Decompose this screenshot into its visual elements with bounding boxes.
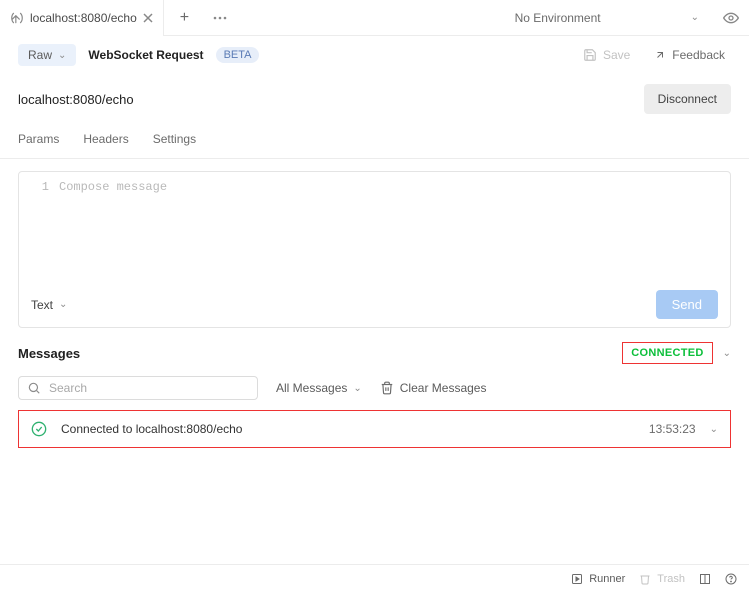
beta-badge: BETA	[216, 47, 260, 63]
message-type-selector[interactable]: Raw ⌄	[18, 44, 76, 66]
runner-label: Runner	[589, 573, 625, 585]
trash-label: Trash	[657, 573, 685, 585]
trash-button: Trash	[639, 573, 685, 585]
tab-title: localhost:8080/echo	[30, 11, 137, 25]
websocket-icon	[10, 11, 24, 25]
clear-messages-button[interactable]: Clear Messages	[380, 381, 487, 395]
feedback-label: Feedback	[672, 48, 725, 62]
line-number: 1	[29, 180, 59, 274]
environment-quicklook-icon[interactable]	[713, 10, 749, 26]
environment-selector[interactable]: No Environment ⌄	[501, 11, 713, 25]
filter-label: All Messages	[276, 381, 347, 395]
search-input[interactable]	[49, 381, 249, 395]
tab-headers[interactable]: Headers	[83, 130, 128, 148]
format-label: Text	[31, 298, 53, 312]
clear-label: Clear Messages	[400, 381, 487, 395]
feedback-icon	[654, 49, 666, 61]
runner-button[interactable]: Runner	[571, 573, 625, 585]
help-icon[interactable]	[725, 573, 737, 585]
send-button[interactable]: Send	[656, 290, 718, 319]
message-composer: 1 Compose message Text ⌄ Send	[18, 171, 731, 328]
message-row[interactable]: Connected to localhost:8080/echo 13:53:2…	[19, 411, 730, 447]
chevron-down-icon: ⌄	[59, 299, 67, 310]
disconnect-button[interactable]: Disconnect	[644, 84, 731, 114]
runner-icon	[571, 573, 583, 585]
chevron-down-icon[interactable]: ⌄	[723, 348, 731, 359]
raw-label: Raw	[28, 48, 52, 62]
message-time: 13:53:23	[649, 422, 696, 436]
chevron-down-icon: ⌄	[691, 12, 699, 23]
save-button: Save	[577, 44, 636, 66]
connection-status-badge: CONNECTED	[622, 342, 712, 364]
close-icon[interactable]	[143, 13, 153, 23]
tab-overflow-icon[interactable]	[205, 16, 235, 20]
environment-label: No Environment	[515, 11, 601, 25]
tab-params[interactable]: Params	[18, 130, 59, 148]
request-title: WebSocket Request	[88, 48, 203, 62]
new-tab-button[interactable]: +	[164, 9, 205, 27]
message-search[interactable]	[18, 376, 258, 400]
trash-icon	[639, 573, 651, 585]
trash-icon	[380, 381, 394, 395]
chevron-down-icon: ⌄	[58, 50, 66, 61]
message-filter[interactable]: All Messages ⌄	[276, 381, 362, 395]
save-icon	[583, 48, 597, 62]
message-format-selector[interactable]: Text ⌄	[31, 298, 67, 312]
chevron-down-icon[interactable]: ⌄	[710, 424, 718, 435]
message-editor[interactable]: 1 Compose message	[19, 172, 730, 282]
editor-placeholder: Compose message	[59, 180, 167, 274]
layout-icon[interactable]	[699, 573, 711, 585]
tab-settings[interactable]: Settings	[153, 130, 196, 148]
feedback-button[interactable]: Feedback	[648, 44, 731, 66]
messages-title: Messages	[18, 346, 80, 361]
request-url[interactable]: localhost:8080/echo	[18, 92, 644, 107]
message-text: Connected to localhost:8080/echo	[61, 422, 635, 436]
chevron-down-icon: ⌄	[353, 383, 361, 394]
search-icon	[27, 381, 41, 395]
save-label: Save	[603, 48, 630, 62]
request-tab[interactable]: localhost:8080/echo	[0, 0, 164, 36]
success-icon	[31, 421, 47, 437]
